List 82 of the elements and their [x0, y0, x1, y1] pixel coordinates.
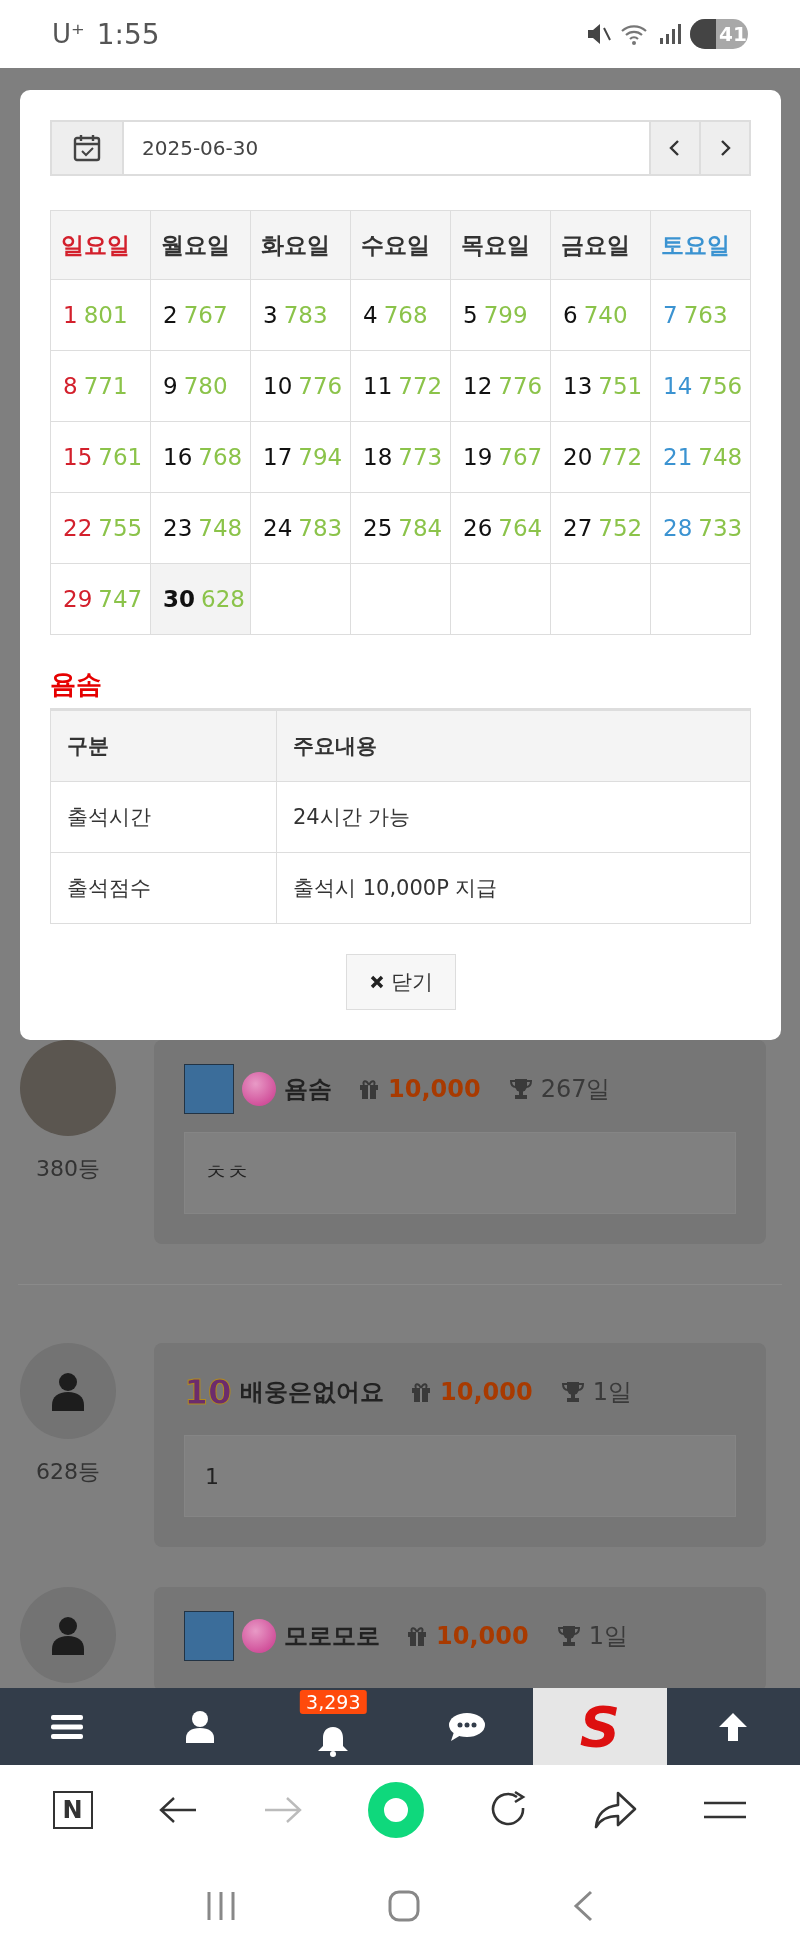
mute-icon [586, 22, 612, 46]
share-icon[interactable] [594, 1790, 639, 1830]
weekday-header: 월요일 [150, 210, 251, 280]
weekday-header: 수요일 [350, 210, 451, 280]
back-arrow-icon[interactable] [157, 1795, 198, 1825]
recent-apps-icon[interactable] [206, 1889, 236, 1922]
column-header: 주요내용 [276, 709, 751, 782]
notification-count-badge: 3,293 [300, 1690, 367, 1714]
calendar-day-cell: 12 776 [450, 350, 551, 422]
attendance-days: 1일 [588, 1620, 628, 1652]
calendar-day-cell: 7 763 [650, 279, 751, 351]
points-value: 10,000 [440, 1378, 533, 1406]
level-number-label: 10 [184, 1372, 232, 1412]
trophy-icon [560, 1381, 585, 1403]
column-header: 구분 [50, 709, 277, 782]
table-cell: 24시간 가능 [276, 781, 751, 853]
home-n-button[interactable]: N [52, 1791, 93, 1829]
menu-icon[interactable] [703, 1800, 748, 1820]
calendar-day-cell: 17 794 [250, 421, 351, 493]
user-name[interactable]: 모로모로 [284, 1620, 380, 1652]
calendar-day-cell: 4 768 [350, 279, 451, 351]
level-picture-icon [184, 1611, 234, 1661]
weekday-header: 금요일 [550, 210, 651, 280]
user-name[interactable]: 배웅은없어요 [240, 1376, 384, 1408]
calendar-day-cell: 27 752 [550, 492, 651, 564]
weekday-header: 목요일 [450, 210, 551, 280]
battery-indicator: 41 [690, 19, 748, 49]
calendar-day-cell: 30 628 [150, 563, 251, 635]
trophy-icon [556, 1625, 581, 1647]
calendar-day-cell: 2 767 [150, 279, 251, 351]
clock-time: 1:55 [96, 17, 160, 51]
signal-icon [658, 22, 682, 46]
info-title: 욤솜 [50, 668, 103, 701]
calendar-day-cell: 26 764 [450, 492, 551, 564]
calendar-day-cell: 14 756 [650, 350, 751, 422]
calendar-day-cell: 24 783 [250, 492, 351, 564]
calendar-day-cell: 28 733 [650, 492, 751, 564]
comment-text: ㅊㅊ [184, 1132, 736, 1214]
gift-icon [406, 1625, 428, 1647]
calendar-day-cell: 21 748 [650, 421, 751, 493]
close-button[interactable]: 닫기 [345, 954, 456, 1010]
back-icon[interactable] [572, 1889, 594, 1922]
calendar-day-cell: 29 747 [50, 563, 151, 635]
calendar-day-cell: 9 780 [150, 350, 251, 422]
user-name[interactable]: 욤솜 [284, 1073, 332, 1105]
calendar-day-cell: 15 761 [50, 421, 151, 493]
points-value: 10,000 [388, 1075, 481, 1103]
level-picture-icon [184, 1064, 234, 1114]
table-cell: 출석시간 [50, 781, 277, 853]
calendar-day-cell: 11 772 [350, 350, 451, 422]
calendar-day-cell: 23 748 [150, 492, 251, 564]
calendar-day-cell: 3 783 [250, 279, 351, 351]
calendar-day-cell: 25 784 [350, 492, 451, 564]
points-value: 10,000 [436, 1622, 529, 1650]
attendance-days: 267일 [540, 1073, 611, 1105]
calendar-day-cell: 18 773 [350, 421, 451, 493]
calendar-day-cell: 5 799 [450, 279, 551, 351]
site-logo[interactable]: S [533, 1688, 667, 1765]
attendance-days: 1일 [592, 1376, 632, 1408]
gift-icon [358, 1078, 380, 1100]
home-icon[interactable] [388, 1889, 420, 1922]
calendar-day-cell: 1 801 [50, 279, 151, 351]
close-x-icon [368, 974, 385, 990]
calendar-day-cell: 6 740 [550, 279, 651, 351]
calendar-day-cell: 8 771 [50, 350, 151, 422]
weekday-header: 토요일 [650, 210, 751, 280]
calendar-day-cell: 22 755 [50, 492, 151, 564]
weekday-header: 화요일 [250, 210, 351, 280]
calendar-day-cell: 20 772 [550, 421, 651, 493]
rank-label: 380등 [36, 1155, 100, 1183]
gift-icon [410, 1381, 432, 1403]
calendar-day-cell: 13 751 [550, 350, 651, 422]
weekday-header: 일요일 [50, 210, 151, 280]
rank-label: 628등 [36, 1458, 100, 1486]
calendar-day-cell: 16 768 [150, 421, 251, 493]
table-cell: 출석점수 [50, 852, 277, 924]
trophy-icon [508, 1078, 533, 1100]
comment-text: 1 [184, 1435, 736, 1517]
calendar-day-cell: 10 776 [250, 350, 351, 422]
carrier-label: U⁺ [52, 19, 85, 49]
table-cell: 출석시 10,000P 지급 [276, 852, 751, 924]
calendar-day-cell: 19 767 [450, 421, 551, 493]
